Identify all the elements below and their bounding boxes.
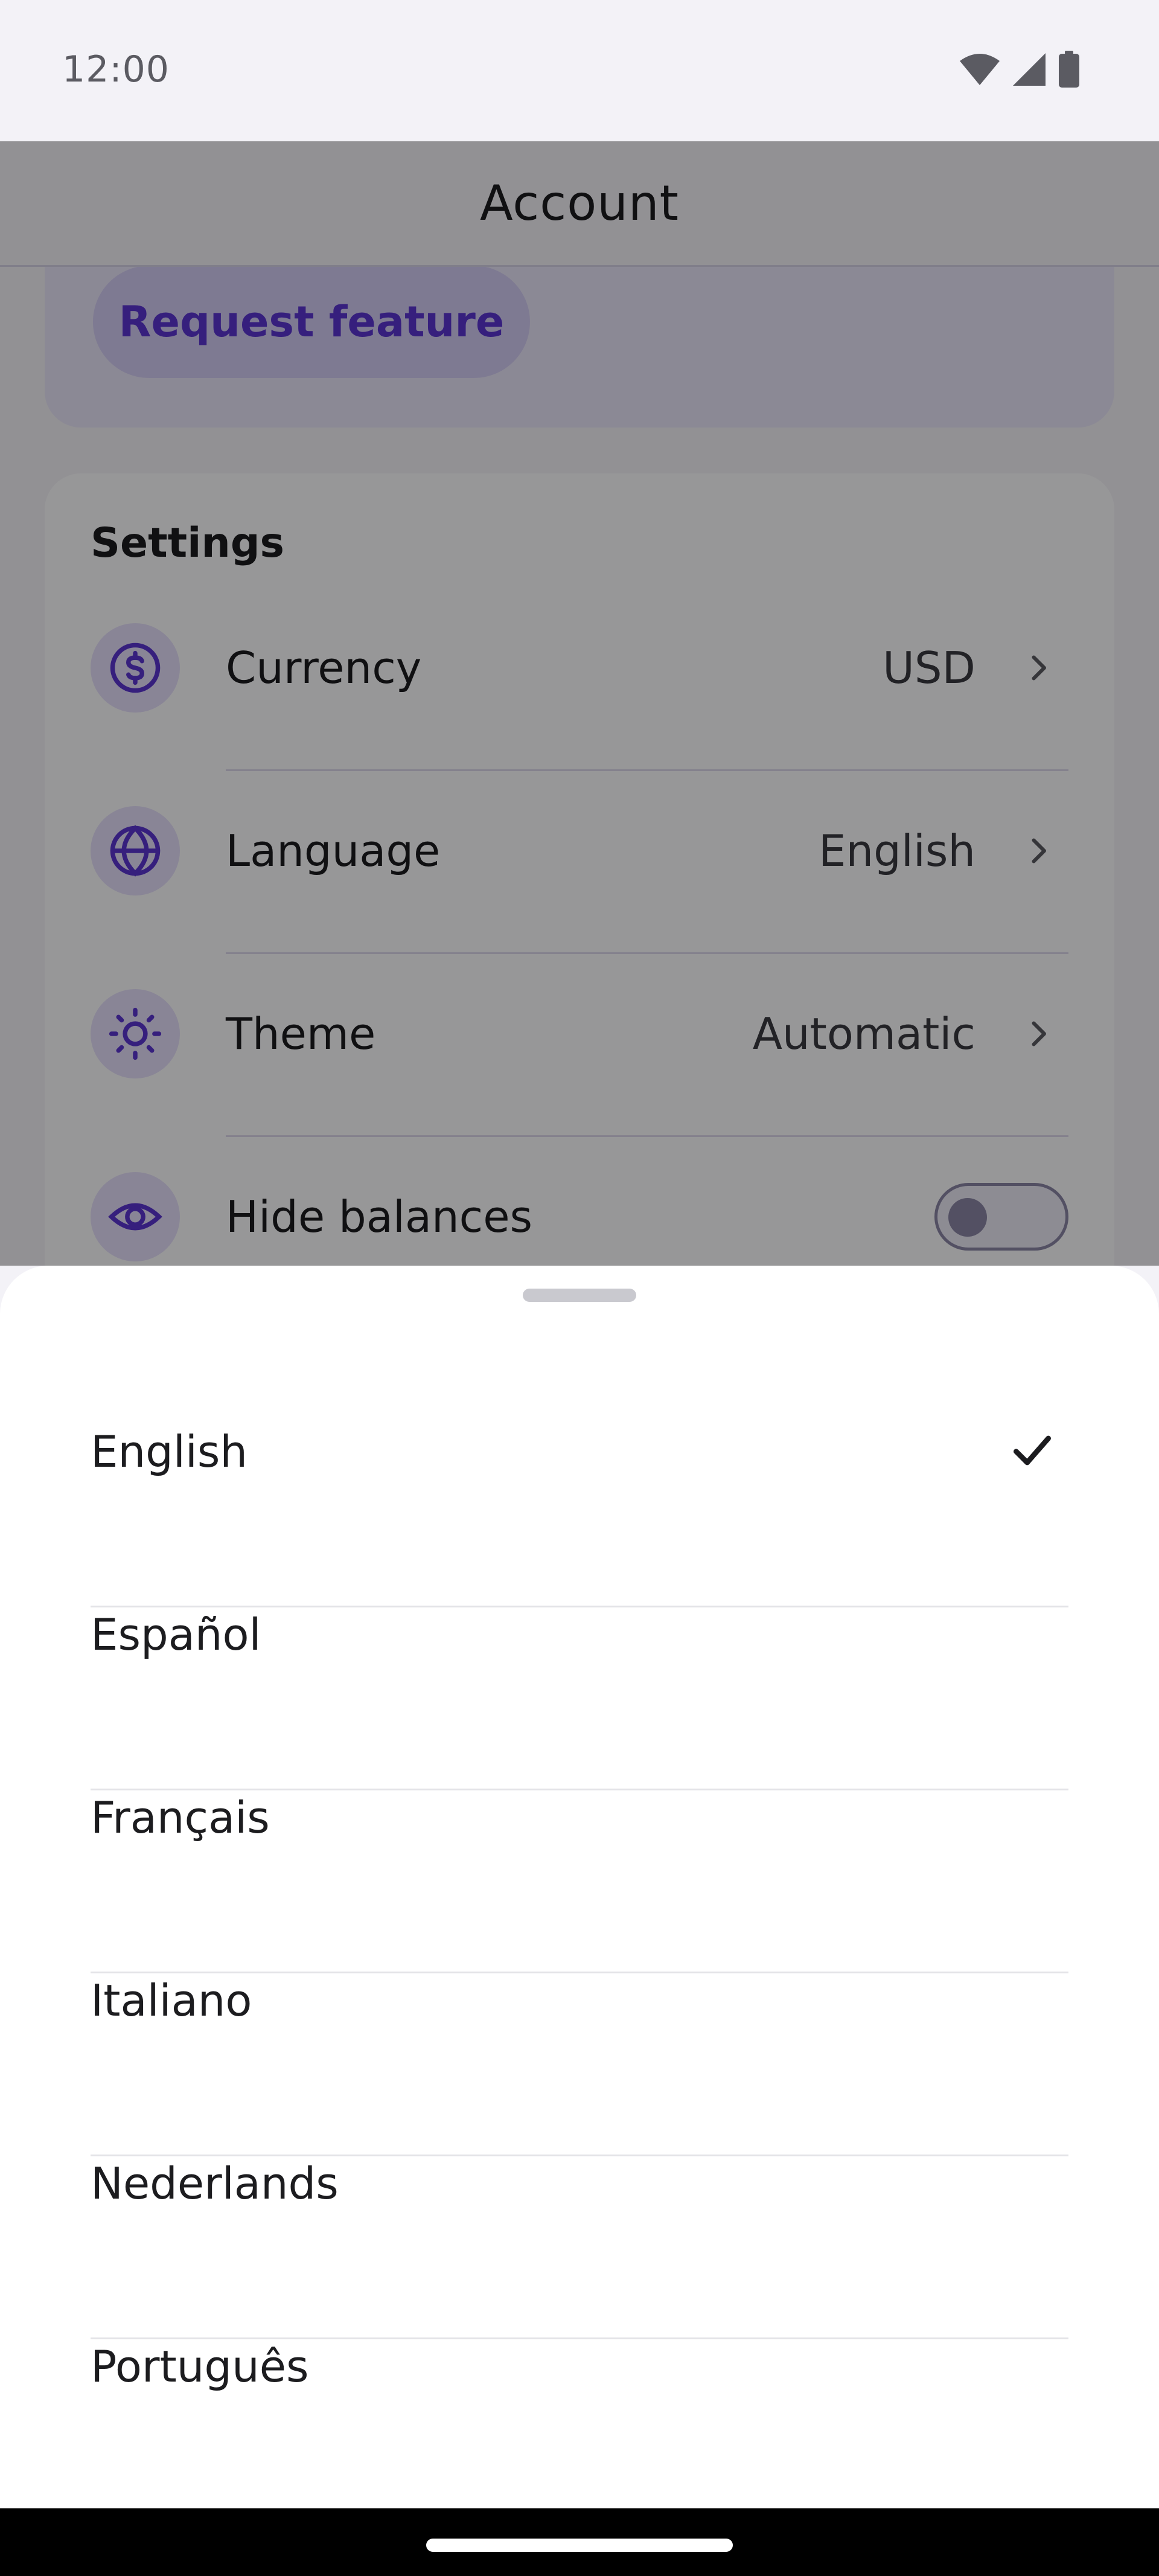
row-divider (91, 2155, 1068, 2156)
drag-handle[interactable] (523, 1289, 636, 1302)
row-divider (91, 1789, 1068, 1790)
cellular-signal-icon (1013, 53, 1046, 86)
language-option-label: English (91, 1426, 247, 1477)
language-option-espanol[interactable]: Español (91, 1609, 1068, 1792)
battery-icon (1059, 51, 1079, 88)
check-icon (1014, 1435, 1051, 1466)
status-icons (959, 51, 1081, 88)
wifi-icon (960, 54, 1000, 85)
row-divider (91, 2337, 1068, 2339)
language-option-label: Español (91, 1609, 261, 1660)
language-option-label: Nederlands (91, 2158, 339, 2209)
row-divider (91, 1972, 1068, 1973)
status-bar: 12:00 (0, 0, 1159, 141)
language-option-nederlands[interactable]: Nederlands (91, 2158, 1068, 2341)
system-nav-bar (0, 2508, 1159, 2576)
home-gesture-handle[interactable] (426, 2539, 733, 2552)
language-option-english[interactable]: English (91, 1426, 1068, 1609)
language-option-label: Português (91, 2341, 309, 2392)
language-option-label: Italiano (91, 1975, 252, 2026)
language-option-francais[interactable]: Français (91, 1792, 1068, 1975)
modal-scrim[interactable] (0, 141, 1159, 1266)
language-option-label: Français (91, 1792, 270, 1843)
language-option-portugues[interactable]: Português (91, 2341, 1068, 2524)
row-divider (91, 1606, 1068, 1607)
language-option-italiano[interactable]: Italiano (91, 1975, 1068, 2158)
language-bottom-sheet: English Español Français Italiano Nederl… (0, 1266, 1159, 2508)
status-time: 12:00 (62, 48, 170, 91)
